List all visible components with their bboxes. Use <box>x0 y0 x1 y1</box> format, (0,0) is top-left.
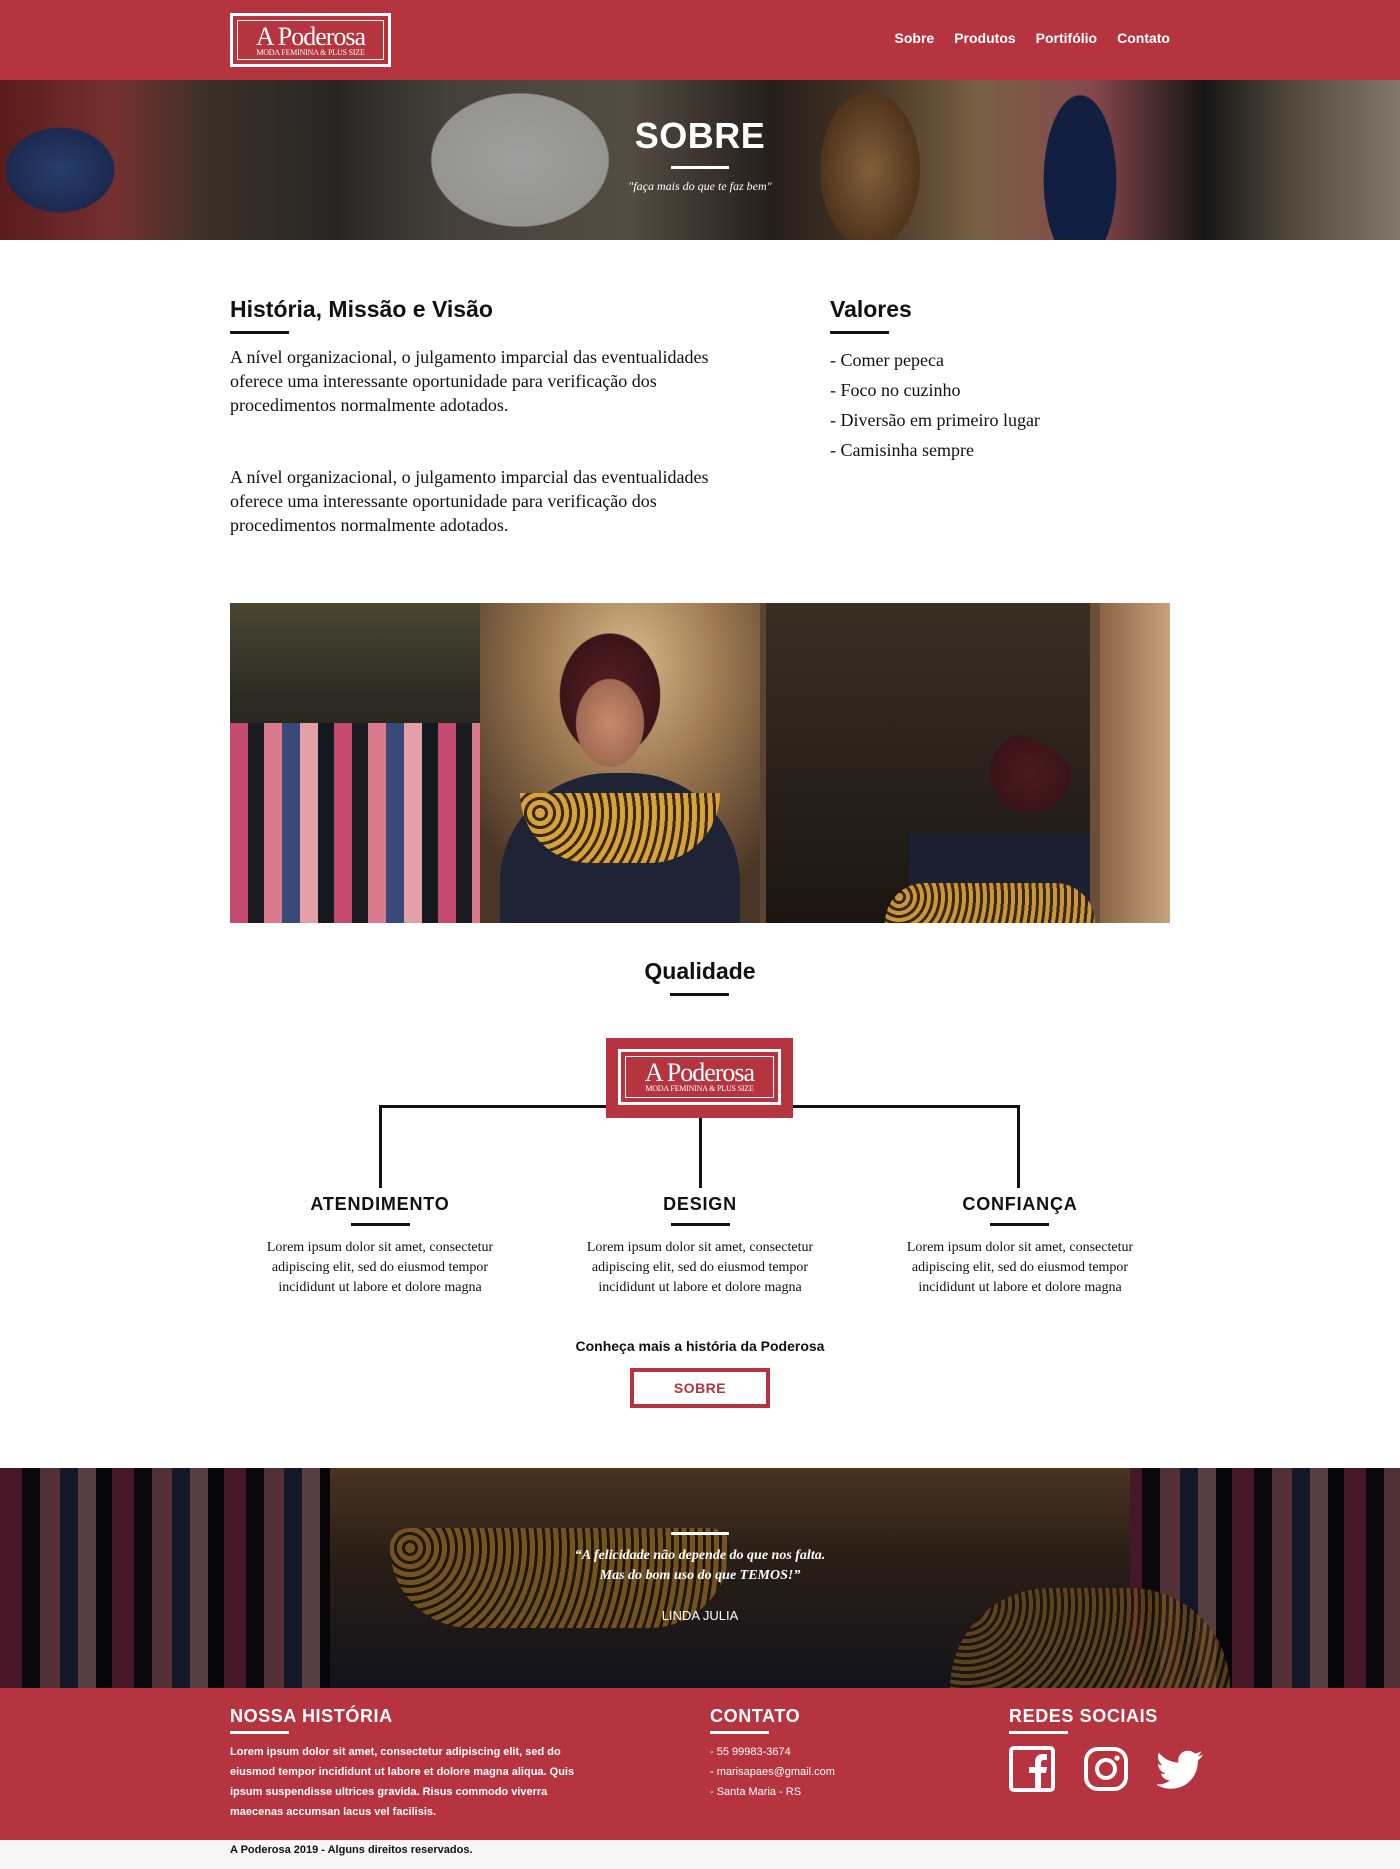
bottom-bar <box>0 1840 1400 1869</box>
footer-contact-underline <box>710 1731 769 1734</box>
quality-col-text-atendimento: Lorem ipsum dolor sit amet, consectetur … <box>266 1240 494 1295</box>
hero-banner: SOBRE "faça mais do que te faz bem" <box>0 80 1400 240</box>
quality-logo-inner: A Poderosa MODA FEMININA & PLUS SIZE <box>625 1056 774 1098</box>
instagram-icon[interactable] <box>1083 1746 1129 1792</box>
values-item: - Foco no cuzinho <box>830 380 961 400</box>
history-title: História, Missão e Visão <box>230 296 493 322</box>
photo-door <box>1100 603 1170 923</box>
nav-link-contato[interactable]: Contato <box>1117 30 1170 46</box>
quote-banner: “A felicidade não depende do que nos fal… <box>0 1468 1400 1688</box>
footer-history-text: Lorem ipsum dolor sit amet, consectetur … <box>230 1746 575 1818</box>
photo-reflection-collar <box>885 883 1095 923</box>
site-logo[interactable]: A Poderosa MODA FEMININA & PLUS SIZE <box>230 13 391 67</box>
owner-photo <box>230 603 1170 923</box>
quality-title: Qualidade <box>644 958 756 984</box>
quality-col-title-design: DESIGN <box>663 1194 737 1214</box>
cta-text: Conheça mais a história da Poderosa <box>575 1338 825 1354</box>
values-list: - Comer pepeca - Foco no cuzinho - Diver… <box>830 345 1040 465</box>
hero-subtitle: "faça mais do que te faz bem" <box>628 179 772 193</box>
quality-col-underline <box>671 1223 730 1226</box>
contact-location: - Santa Maria - RS <box>710 1786 802 1798</box>
site-header: A Poderosa MODA FEMININA & PLUS SIZE Sob… <box>0 0 1400 80</box>
hero-title: SOBRE <box>634 115 766 156</box>
quality-logo-frame: A Poderosa MODA FEMININA & PLUS SIZE <box>618 1049 781 1105</box>
sobre-button[interactable]: SOBRE <box>630 1368 770 1408</box>
quality-col-title-atendimento: ATENDIMENTO <box>310 1194 450 1214</box>
facebook-icon[interactable] <box>1009 1746 1055 1792</box>
values-title: Valores <box>830 296 912 322</box>
values-item: - Diversão em primeiro lugar <box>830 410 1040 430</box>
photo-clothes <box>230 723 490 923</box>
footer-social-underline <box>1009 1731 1068 1734</box>
site-footer: NOSSA HISTÓRIA Lorem ipsum dolor sit ame… <box>0 1688 1400 1840</box>
values-item: - Comer pepeca <box>830 350 944 370</box>
footer-social-title: REDES SOCIAIS <box>1009 1706 1158 1726</box>
tree-connector-right <box>1017 1105 1020 1188</box>
contact-email[interactable]: - marisapaes@gmail.com <box>710 1762 835 1782</box>
nav-link-sobre[interactable]: Sobre <box>895 30 935 46</box>
main-nav: Sobre Produtos Portifólio Contato <box>875 30 1170 46</box>
quality-col-underline <box>351 1223 410 1226</box>
logo-subtitle: MODA FEMININA & PLUS SIZE <box>256 48 365 57</box>
nav-link-produtos[interactable]: Produtos <box>954 30 1015 46</box>
quality-col-text-confianca: Lorem ipsum dolor sit amet, consectetur … <box>906 1240 1134 1295</box>
footer-contact-title: CONTATO <box>710 1706 801 1726</box>
values-title-underline <box>830 331 889 334</box>
quote-divider <box>671 1532 729 1535</box>
values-item: - Camisinha sempre <box>830 440 974 460</box>
quality-col-underline <box>990 1223 1049 1226</box>
hero-divider <box>671 166 729 169</box>
quality-col-title-confianca: CONFIANÇA <box>962 1194 1078 1214</box>
quote-text: “A felicidade não depende do que nos fal… <box>0 1546 1400 1586</box>
photo-person-head <box>550 633 670 783</box>
quote-author: LINDA JULIA <box>661 1608 739 1623</box>
footer-history-title: NOSSA HISTÓRIA <box>230 1706 393 1726</box>
quality-title-underline <box>670 993 729 996</box>
quote-line-1: “A felicidade não depende do que nos fal… <box>574 1548 826 1563</box>
contact-phone: - 55 99983-3674 <box>710 1746 791 1758</box>
nav-link-portifolio[interactable]: Portifólio <box>1036 30 1097 46</box>
history-title-underline <box>230 331 289 334</box>
footer-history-underline <box>230 1731 289 1734</box>
quality-col-text-design: Lorem ipsum dolor sit amet, consectetur … <box>586 1240 814 1295</box>
history-paragraph-1: A nível organizacional, o julgamento imp… <box>230 347 709 415</box>
quote-line-2: Mas do bom uso do que TEMOS!” <box>599 1568 801 1583</box>
logo-frame: A Poderosa MODA FEMININA & PLUS SIZE <box>237 20 384 60</box>
quality-logo: A Poderosa MODA FEMININA & PLUS SIZE <box>606 1038 793 1118</box>
quality-logo-subtitle: MODA FEMININA & PLUS SIZE <box>645 1084 754 1093</box>
tree-connector-left <box>379 1105 382 1188</box>
footer-contact-list: - 55 99983-3674 - marisapaes@gmail.com -… <box>710 1742 835 1802</box>
twitter-icon[interactable] <box>1156 1746 1204 1792</box>
copyright-text: A Poderosa 2019 - Alguns direitos reserv… <box>230 1844 473 1856</box>
history-paragraph-2: A nível organizacional, o julgamento imp… <box>230 467 709 535</box>
